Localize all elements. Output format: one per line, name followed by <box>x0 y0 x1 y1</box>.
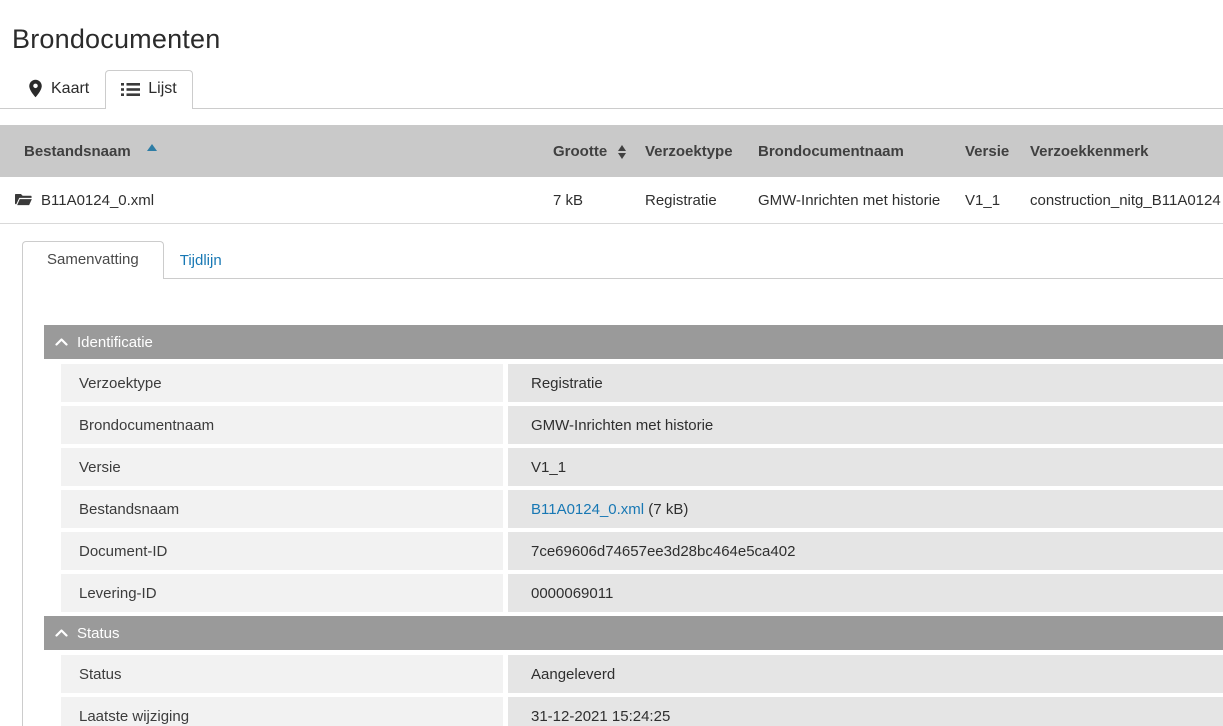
tab-samenvatting[interactable]: Samenvatting <box>22 241 164 279</box>
section-title: Status <box>77 625 120 642</box>
column-bestandsnaam-label: Bestandsnaam <box>24 143 131 160</box>
detail-label: Laatste wijziging <box>61 697 503 726</box>
cell-verzoektype: Registratie <box>645 192 758 209</box>
documents-table-header: Bestandsnaam Grootte Verzoektype Brondoc… <box>0 125 1223 177</box>
folder-icon <box>15 193 32 207</box>
detail-value: GMW-Inrichten met historie <box>508 406 1223 444</box>
tab-kaart-label: Kaart <box>51 80 89 98</box>
row-filename: B11A0124_0.xml <box>41 192 154 209</box>
cell-brondocumentnaam: GMW-Inrichten met historie <box>758 192 965 209</box>
detail-label: Levering-ID <box>61 574 503 612</box>
section-title: Identificatie <box>77 334 153 351</box>
detail-label: Document-ID <box>61 532 503 570</box>
detail-row-document-id: Document-ID 7ce69606d74657ee3d28bc464e5c… <box>61 532 1223 570</box>
summary-panel: Identificatie Verzoektype Registratie Br… <box>22 278 1223 726</box>
cell-bestandsnaam: B11A0124_0.xml <box>0 192 553 209</box>
column-verzoekkenmerk: Verzoekkenmerk <box>1030 143 1223 160</box>
tab-lijst-label: Lijst <box>148 80 176 98</box>
detail-row-versie: Versie V1_1 <box>61 448 1223 486</box>
detail-tabs: Samenvatting Tijdlijn <box>22 241 1223 278</box>
table-row[interactable]: B11A0124_0.xml 7 kB Registratie GMW-Inri… <box>0 177 1223 224</box>
tab-lijst[interactable]: Lijst <box>105 70 192 109</box>
map-pin-icon <box>28 79 43 98</box>
column-grootte-label: Grootte <box>553 143 607 160</box>
detail-row-levering-id: Levering-ID 0000069011 <box>61 574 1223 612</box>
detail-value: Registratie <box>508 364 1223 402</box>
column-grootte[interactable]: Grootte <box>553 143 645 160</box>
section-header-identificatie[interactable]: Identificatie <box>44 325 1223 359</box>
chevron-up-icon <box>55 338 68 346</box>
detail-value: 7ce69606d74657ee3d28bc464e5ca402 <box>508 532 1223 570</box>
detail-value: 0000069011 <box>508 574 1223 612</box>
detail-label: Brondocumentnaam <box>61 406 503 444</box>
chevron-up-icon <box>55 629 68 637</box>
sort-asc-icon <box>147 144 157 151</box>
column-verzoektype: Verzoektype <box>645 143 758 160</box>
column-bestandsnaam[interactable]: Bestandsnaam <box>0 143 553 160</box>
detail-value: 31-12-2021 15:24:25 <box>508 697 1223 726</box>
list-icon <box>121 82 140 97</box>
sort-icon <box>618 145 626 159</box>
documents-table: Bestandsnaam Grootte Verzoektype Brondoc… <box>0 125 1223 224</box>
detail-row-bestandsnaam: Bestandsnaam B11A0124_0.xml (7 kB) <box>61 490 1223 528</box>
cell-versie: V1_1 <box>965 192 1030 209</box>
section-header-status[interactable]: Status <box>44 616 1223 650</box>
cell-verzoekkenmerk: construction_nitg_B11A0124 <box>1030 192 1223 209</box>
detail-value: V1_1 <box>508 448 1223 486</box>
detail-label: Bestandsnaam <box>61 490 503 528</box>
detail-row-brondocumentnaam: Brondocumentnaam GMW-Inrichten met histo… <box>61 406 1223 444</box>
view-tabs: Kaart Lijst <box>0 69 1223 109</box>
detail-label: Status <box>61 655 503 693</box>
detail-row-status: Status Aangeleverd <box>61 655 1223 693</box>
detail-label: Verzoektype <box>61 364 503 402</box>
detail-value: B11A0124_0.xml (7 kB) <box>508 490 1223 528</box>
tab-kaart[interactable]: Kaart <box>12 69 105 108</box>
file-download-link[interactable]: B11A0124_0.xml <box>531 501 644 518</box>
detail-row-laatste-wijziging: Laatste wijziging 31-12-2021 15:24:25 <box>61 697 1223 726</box>
tab-tijdlijn[interactable]: Tijdlijn <box>164 243 238 278</box>
detail-row-verzoektype: Verzoektype Registratie <box>61 364 1223 402</box>
detail-label: Versie <box>61 448 503 486</box>
cell-grootte: 7 kB <box>553 192 645 209</box>
detail-value: Aangeleverd <box>508 655 1223 693</box>
page-title: Brondocumenten <box>12 24 1223 55</box>
file-size-suffix: (7 kB) <box>644 501 688 518</box>
column-brondocumentnaam: Brondocumentnaam <box>758 143 965 160</box>
column-versie: Versie <box>965 143 1030 160</box>
